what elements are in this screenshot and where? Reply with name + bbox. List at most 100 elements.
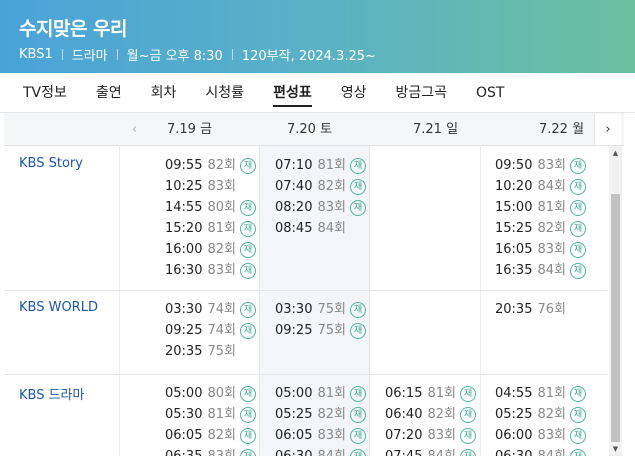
scroll-up-arrow[interactable]: ▲	[609, 146, 622, 160]
slot-episode: 83회	[537, 242, 566, 257]
meta-divider	[116, 49, 118, 60]
slot-episode: 83회	[207, 446, 236, 456]
slot-episode: 82회	[317, 407, 346, 422]
scroll-thumb[interactable]	[611, 194, 620, 442]
info-tabs: TV정보 출연 회차 시청률 편성표 영상 방금그곡 OST	[0, 73, 635, 113]
schedule-slot: 06:35 83회재	[165, 446, 256, 456]
schedule-scrollbar[interactable]: ▲ ▼	[609, 146, 622, 456]
schedule-slot: 07:40 82회 재	[275, 176, 366, 197]
slot-episode: 83회	[207, 263, 236, 278]
schedule-date-bar: ‹ 7.19 금 7.20 토 7.21 일 7.22 월 ›	[4, 113, 624, 146]
slot-time: 09:50	[495, 158, 533, 173]
schedule-slot: 15:00 81회 재	[495, 197, 586, 218]
slot-time: 16:00	[165, 242, 203, 257]
schedule-slot: 10:20 84회 재	[495, 176, 586, 197]
slot-time: 06:05	[165, 428, 203, 443]
schedule-slot: 05:25 82회 재	[495, 404, 586, 425]
row-divider	[4, 374, 607, 375]
meta-divider	[231, 49, 233, 60]
tab-episodes[interactable]: 회차	[151, 73, 177, 113]
slot-episode: 80회	[207, 200, 236, 215]
schedule-slot: 06:30 84회재	[495, 446, 586, 456]
slot-time: 05:30	[165, 407, 203, 422]
date-header: 7.20 토	[287, 122, 333, 137]
slot-time: 14:55	[165, 200, 203, 215]
schedule-slot: 08:45 84회	[275, 218, 346, 239]
schedule-slot: 05:30 81회 재	[165, 404, 256, 425]
slot-time: 06:05	[275, 428, 313, 443]
scroll-down-arrow[interactable]: ▼	[609, 442, 622, 456]
slot-episode: 84회	[427, 446, 456, 456]
channel-name-link[interactable]: KBS 드라마	[19, 384, 84, 403]
slot-episode: 83회	[207, 179, 236, 194]
rerun-badge-icon: 재	[459, 406, 476, 423]
tab-schedule[interactable]: 편성표	[273, 73, 312, 113]
slot-time: 10:20	[495, 179, 533, 194]
rerun-badge-icon: 재	[569, 241, 586, 258]
slot-episode: 82회	[207, 428, 236, 443]
rerun-badge-icon: 재	[569, 385, 586, 402]
slot-time: 15:20	[165, 221, 203, 236]
schedule-slot: 07:10 81회 재	[275, 155, 366, 176]
slot-episode: 81회	[537, 386, 566, 401]
schedule-slot: 16:35 84회 재	[495, 260, 586, 281]
channel-name-link[interactable]: KBS WORLD	[19, 300, 98, 315]
broadcast-channel: KBS1	[19, 47, 53, 62]
schedule-slot: 08:20 83회 재	[275, 197, 366, 218]
rerun-badge-icon: 재	[569, 199, 586, 216]
slot-episode: 82회	[207, 242, 236, 257]
slot-time: 16:35	[495, 263, 533, 278]
slot-episode: 75회	[317, 323, 346, 338]
program-header: 수지맞은 우리 KBS1 드라마 월~금 오후 8:30 120부작, 2024…	[0, 0, 635, 73]
tab-recent-song[interactable]: 방금그곡	[395, 73, 447, 113]
schedule-slot: 06:40 82회 재	[385, 404, 476, 425]
slot-time: 05:00	[165, 386, 203, 401]
tab-videos[interactable]: 영상	[341, 73, 367, 113]
date-header: 7.21 일	[413, 122, 459, 137]
rerun-badge-icon: 재	[239, 385, 256, 402]
slot-time: 06:40	[385, 407, 423, 422]
rerun-badge-icon: 재	[569, 262, 586, 279]
schedule-slot: 06:30 84회재	[275, 446, 366, 456]
schedule-slot: 05:00 80회 재	[165, 383, 256, 404]
slot-episode: 83회	[427, 428, 456, 443]
slot-episode: 81회	[317, 158, 346, 173]
program-meta: KBS1 드라마 월~금 오후 8:30 120부작, 2024.3.25~	[19, 45, 376, 64]
column-divider	[480, 146, 481, 456]
rerun-badge-icon: 재	[239, 301, 256, 318]
slot-episode: 80회	[207, 386, 236, 401]
slot-time: 09:55	[165, 158, 203, 173]
tab-ost[interactable]: OST	[476, 73, 504, 113]
slot-time: 15:00	[495, 200, 533, 215]
slot-time: 06:15	[385, 386, 423, 401]
slot-time: 05:00	[275, 386, 313, 401]
slot-time: 06:30	[275, 446, 312, 456]
rerun-badge-icon: 재	[239, 241, 256, 258]
slot-episode: 82회	[537, 221, 566, 236]
date-header: 7.19 금	[167, 122, 213, 137]
slot-episode: 84회	[537, 263, 566, 278]
slot-time: 06:00	[495, 428, 533, 443]
rerun-badge-icon: 재	[459, 385, 476, 402]
rerun-badge-icon: 재	[569, 220, 586, 237]
rerun-badge-icon: 재	[239, 406, 256, 423]
channel-name-link[interactable]: KBS Story	[19, 156, 83, 171]
schedule-slot: 03:30 74회 재	[165, 299, 256, 320]
rerun-badge-icon: 재	[239, 220, 256, 237]
slot-episode: 84회	[537, 179, 566, 194]
slot-time: 08:20	[275, 200, 313, 215]
prev-dates-button[interactable]: ‹	[121, 114, 148, 145]
program-title: 수지맞은 우리	[19, 18, 128, 40]
next-dates-button[interactable]: ›	[594, 114, 621, 145]
slot-time: 15:25	[495, 221, 533, 236]
slot-episode: 82회	[537, 407, 566, 422]
tab-cast[interactable]: 출연	[96, 73, 122, 113]
schedule-slot: 09:25 75회 재	[275, 320, 366, 341]
tab-tv-info[interactable]: TV정보	[23, 73, 67, 113]
schedule-slot: 06:05 83회 재	[275, 425, 366, 446]
tab-ratings[interactable]: 시청률	[205, 73, 244, 113]
rerun-badge-icon: 재	[349, 199, 366, 216]
schedule-slot: 15:25 82회 재	[495, 218, 586, 239]
rerun-badge-icon: 재	[239, 199, 256, 216]
schedule-slot: 20:35 75회	[165, 341, 236, 362]
